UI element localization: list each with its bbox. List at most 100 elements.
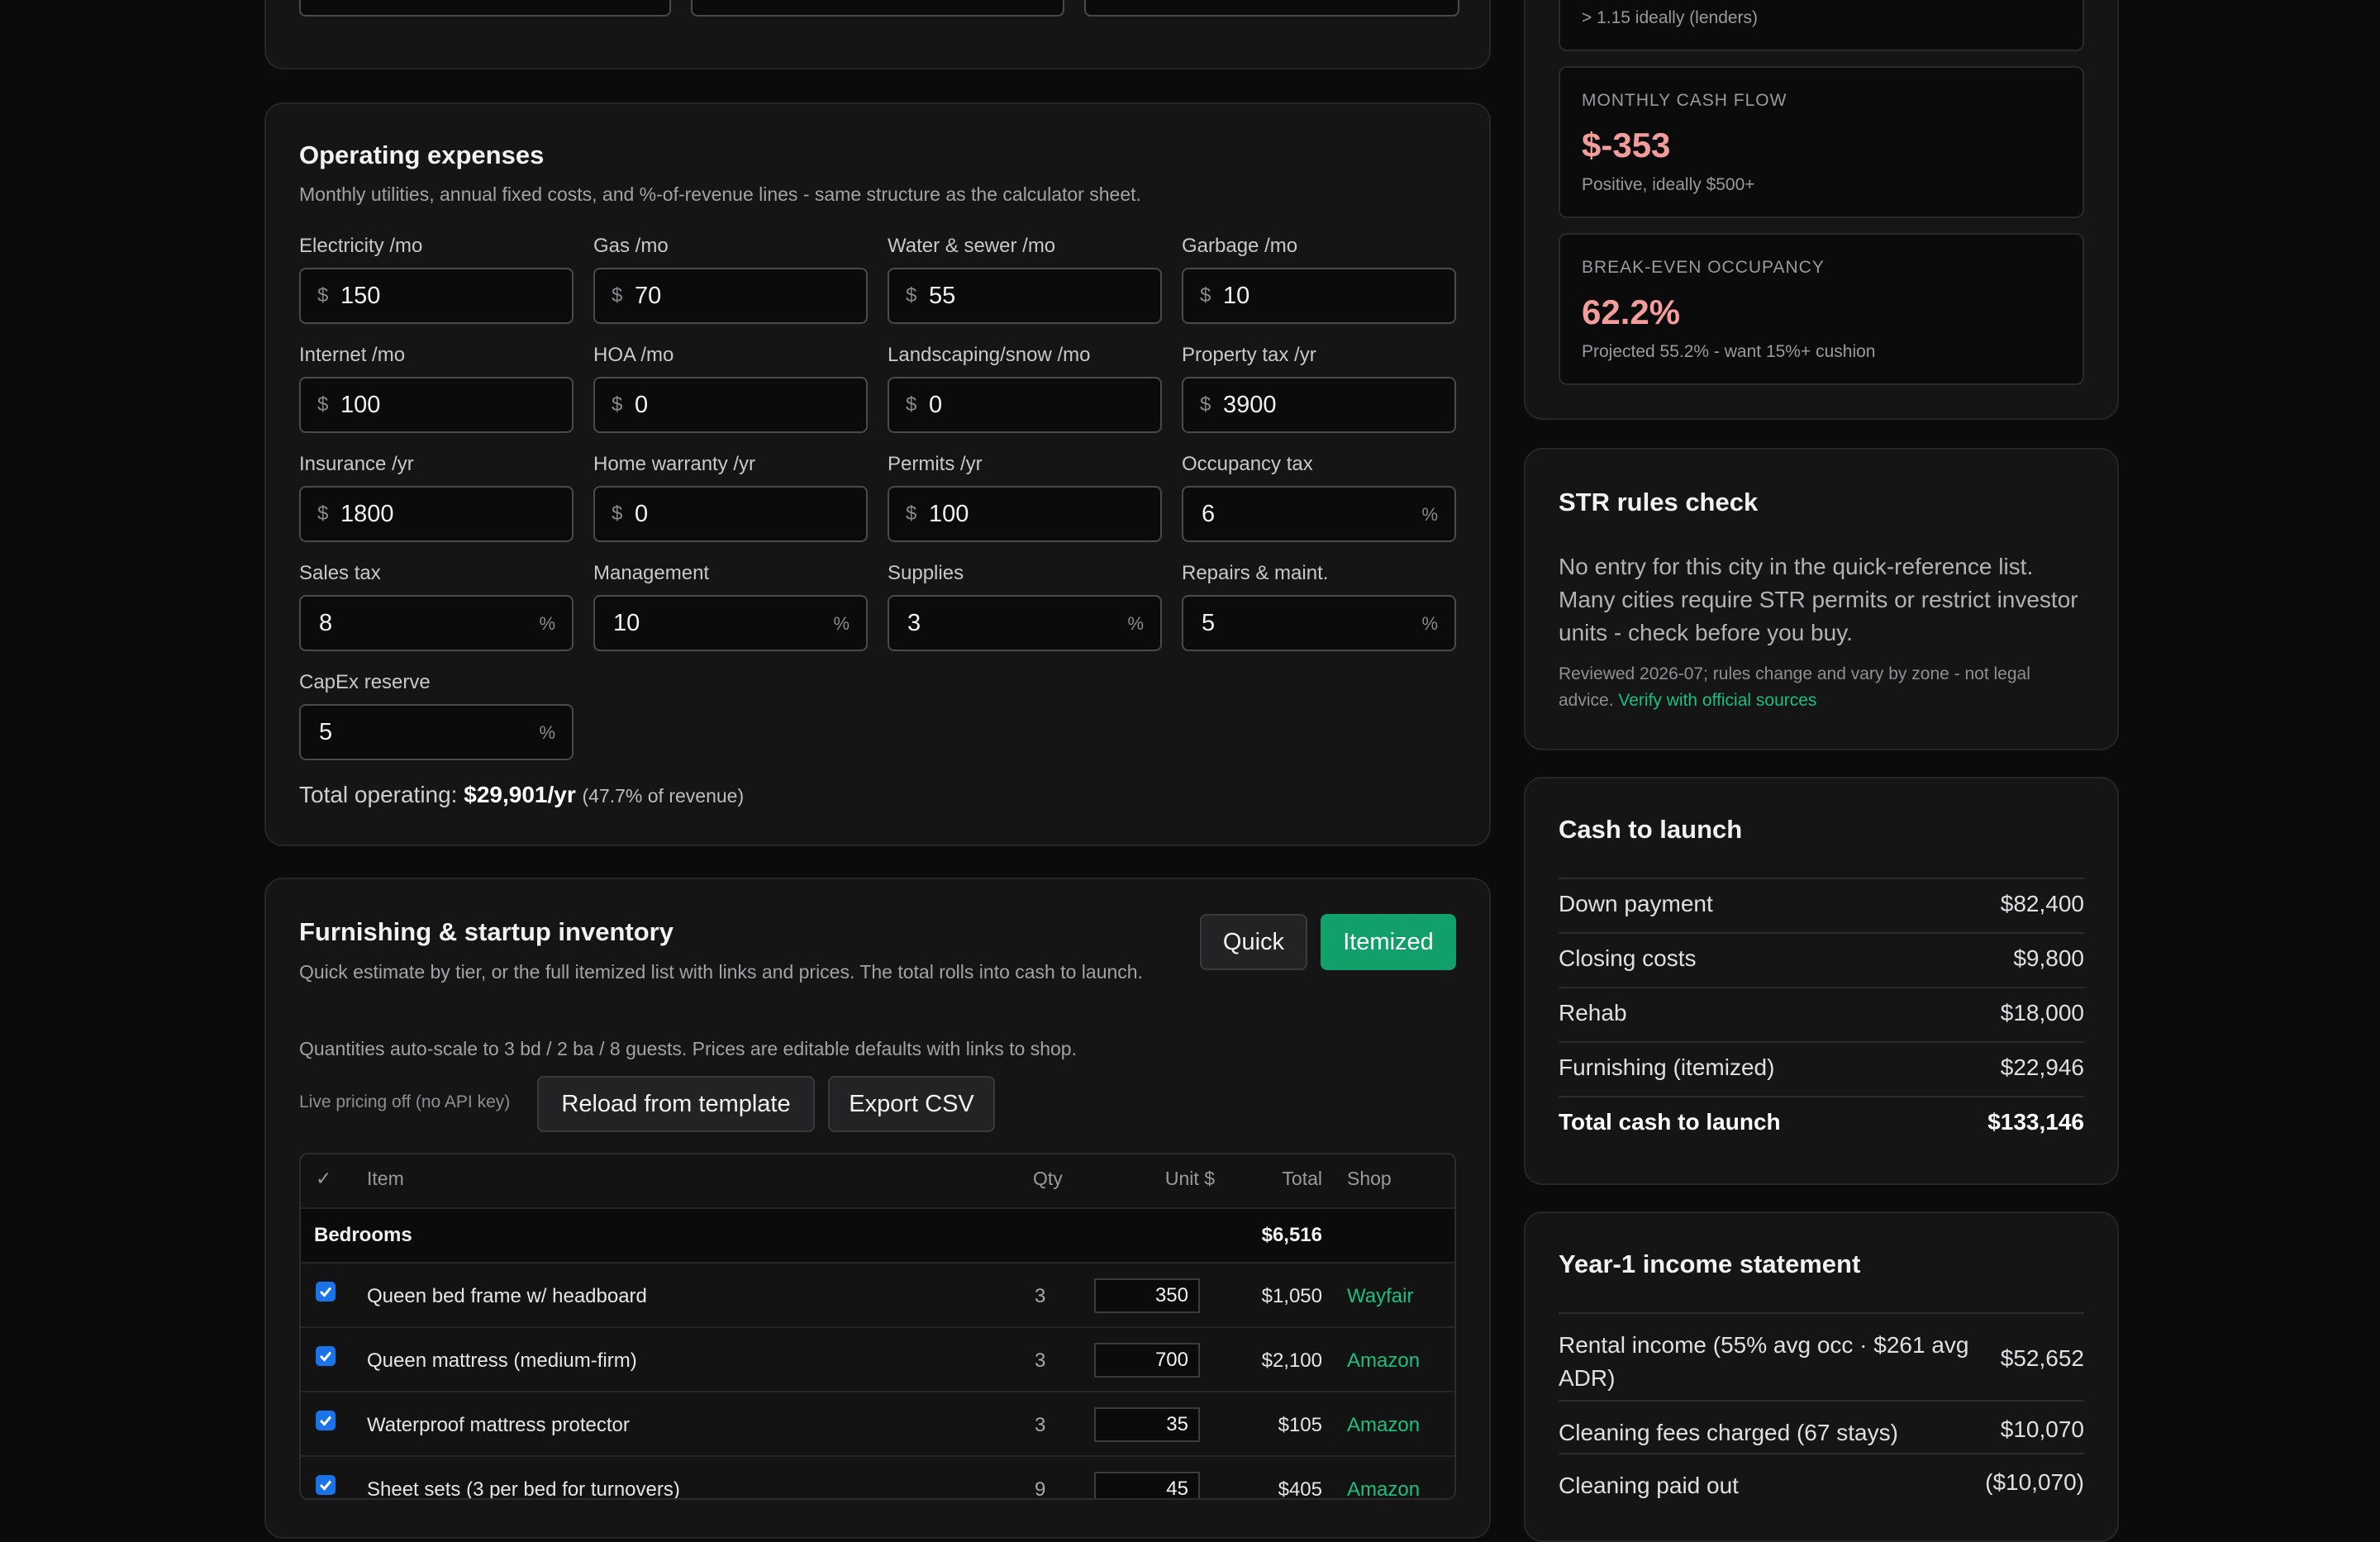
shop-link[interactable]: Amazon <box>1347 1414 1420 1437</box>
str-rules-title: STR rules check <box>1559 488 1759 516</box>
break-even-note: Projected 55.2% - want 15%+ cushion <box>1582 342 1876 361</box>
group-name: Bedrooms <box>314 1224 412 1246</box>
table-row: Waterproof mattress protector 3 35 $105 Amaz… <box>301 1392 1454 1457</box>
capex-reserve-input[interactable]: 5% <box>299 704 574 760</box>
top-input-2[interactable]: $ 150 <box>691 0 1064 17</box>
management-value: 10 <box>613 610 640 636</box>
item-name: Queen bed frame w/ headboard <box>367 1285 647 1307</box>
percent-suffix: % <box>1421 613 1438 634</box>
furnishing-subtitle: Quick estimate by tier, or the full item… <box>299 961 1143 983</box>
currency-prefix: $ <box>612 284 623 307</box>
live-pricing-status: Live pricing off (no API key) <box>299 1092 511 1111</box>
currency-prefix: $ <box>317 502 329 525</box>
income-row-value: $10,070 <box>2000 1416 2084 1442</box>
internet-mo-value: 100 <box>340 392 381 418</box>
table-row: Queen bed frame w/ headboard 3 350 $1,050 Wa… <box>301 1264 1454 1328</box>
str-rules-note: Reviewed 2026-07; rules change and vary … <box>1559 661 2087 714</box>
verify-sources-link[interactable]: Verify with official sources <box>1618 691 1816 710</box>
occupancy-tax-input[interactable]: 6% <box>1182 486 1456 542</box>
landscaping-snow-mo-input[interactable]: $0 <box>888 377 1162 433</box>
garbage-mo-label: Garbage /mo <box>1182 235 1298 257</box>
management-input[interactable]: 10% <box>593 595 868 651</box>
item-checkbox[interactable] <box>316 1411 336 1430</box>
property-tax-yr-input[interactable]: $3900 <box>1182 377 1456 433</box>
insurance-yr-input[interactable]: $1800 <box>299 486 574 542</box>
item-qty: 9 <box>1035 1478 1046 1500</box>
cash-row-label: Furnishing (itemized) <box>1559 1054 1775 1080</box>
item-checkbox[interactable] <box>316 1346 336 1366</box>
item-checkbox[interactable] <box>316 1475 336 1495</box>
export-csv-button[interactable]: Export CSV <box>828 1076 995 1132</box>
ledger-divider <box>1559 878 2084 879</box>
internet-mo-input[interactable]: $100 <box>299 377 574 433</box>
checkmark-icon <box>319 1480 332 1491</box>
unit-price-input[interactable]: 350 <box>1094 1278 1200 1313</box>
garbage-mo-value: 10 <box>1223 283 1250 309</box>
quick-mode-button[interactable]: Quick <box>1200 914 1307 970</box>
unit-price-input[interactable]: 45 <box>1094 1472 1200 1498</box>
shop-link[interactable]: Amazon <box>1347 1478 1420 1498</box>
electricity-mo-input[interactable]: $150 <box>299 268 574 324</box>
insurance-yr-value: 1800 <box>340 501 394 527</box>
itemized-mode-button[interactable]: Itemized <box>1321 914 1456 970</box>
water-sewer-mo-label: Water & sewer /mo <box>888 235 1056 257</box>
ledger-divider <box>1559 932 2084 934</box>
water-sewer-mo-input[interactable]: $55 <box>888 268 1162 324</box>
garbage-mo-input[interactable]: $10 <box>1182 268 1456 324</box>
shop-link[interactable]: Wayfair <box>1347 1285 1413 1308</box>
ledger-divider <box>1559 987 2084 988</box>
top-input-1[interactable]: $ 150 <box>299 0 671 17</box>
unit-price-input[interactable]: 35 <box>1094 1407 1200 1442</box>
sales-tax-input[interactable]: 8% <box>299 595 574 651</box>
property-tax-yr-value: 3900 <box>1223 392 1277 418</box>
permits-yr-input[interactable]: $100 <box>888 486 1162 542</box>
group-row-bedrooms: Bedrooms $6,516 <box>301 1209 1454 1262</box>
repairs-maint-value: 5 <box>1202 610 1216 636</box>
top-input-3[interactable]: 3 <box>1084 0 1459 17</box>
home-warranty-yr-label: Home warranty /yr <box>593 453 756 475</box>
hoa-mo-input[interactable]: $0 <box>593 377 868 433</box>
income-row-value: $52,652 <box>2000 1345 2084 1371</box>
dscr-metric: > 1.15 ideally (lenders) <box>1559 0 2084 51</box>
home-warranty-yr-value: 0 <box>635 501 649 527</box>
item-total: $1,050 <box>1261 1285 1322 1307</box>
ledger-divider <box>1559 1400 2084 1402</box>
currency-prefix: $ <box>1200 393 1211 416</box>
sales-tax-value: 8 <box>319 610 333 636</box>
operating-expenses-card: Operating expenses Monthly utilities, an… <box>264 102 1491 846</box>
capex-reserve-label: CapEx reserve <box>299 671 431 693</box>
currency-prefix: $ <box>1200 284 1211 307</box>
insurance-yr-label: Insurance /yr <box>299 453 414 475</box>
supplies-label: Supplies <box>888 562 964 584</box>
unit-price-input[interactable]: 700 <box>1094 1343 1200 1378</box>
hoa-mo-label: HOA /mo <box>593 344 674 366</box>
percent-suffix: % <box>1127 613 1144 634</box>
reload-template-button[interactable]: Reload from template <box>537 1076 815 1132</box>
item-total: $105 <box>1278 1414 1322 1436</box>
str-rules-body: No entry for this city in the quick-refe… <box>1559 554 2078 645</box>
currency-prefix: $ <box>317 284 329 307</box>
dscr-note: > 1.15 ideally (lenders) <box>1582 8 1759 27</box>
checkmark-icon <box>319 1287 332 1297</box>
occupancy-tax-label: Occupancy tax <box>1182 453 1313 475</box>
home-warranty-yr-input[interactable]: $0 <box>593 486 868 542</box>
total-operating-label: Total operating: <box>299 782 458 807</box>
repairs-maint-label: Repairs & maint. <box>1182 562 1329 584</box>
gas-mo-input[interactable]: $70 <box>593 268 868 324</box>
repairs-maint-input[interactable]: 5% <box>1182 595 1456 651</box>
currency-prefix: $ <box>317 393 329 416</box>
shop-link[interactable]: Amazon <box>1347 1349 1420 1373</box>
previous-section-card: $ 150 $ 150 3 <box>264 0 1491 69</box>
total-cash-label: Total cash to launch <box>1559 1109 1781 1135</box>
income-row-value: ($10,070) <box>1985 1469 2084 1495</box>
cash-row-label: Closing costs <box>1559 945 1697 971</box>
supplies-input[interactable]: 3% <box>888 595 1162 651</box>
cash-row-label: Rehab <box>1559 1000 1627 1026</box>
operating-expenses-subtitle: Monthly utilities, annual fixed costs, a… <box>299 183 1141 205</box>
currency-prefix: $ <box>906 502 917 525</box>
item-total: $405 <box>1278 1478 1322 1500</box>
item-checkbox[interactable] <box>316 1282 336 1302</box>
cash-row-value: $9,800 <box>2013 945 2084 971</box>
col-qty: Qty <box>1033 1168 1063 1189</box>
cash-flow-note: Positive, ideally $500+ <box>1582 175 1755 194</box>
